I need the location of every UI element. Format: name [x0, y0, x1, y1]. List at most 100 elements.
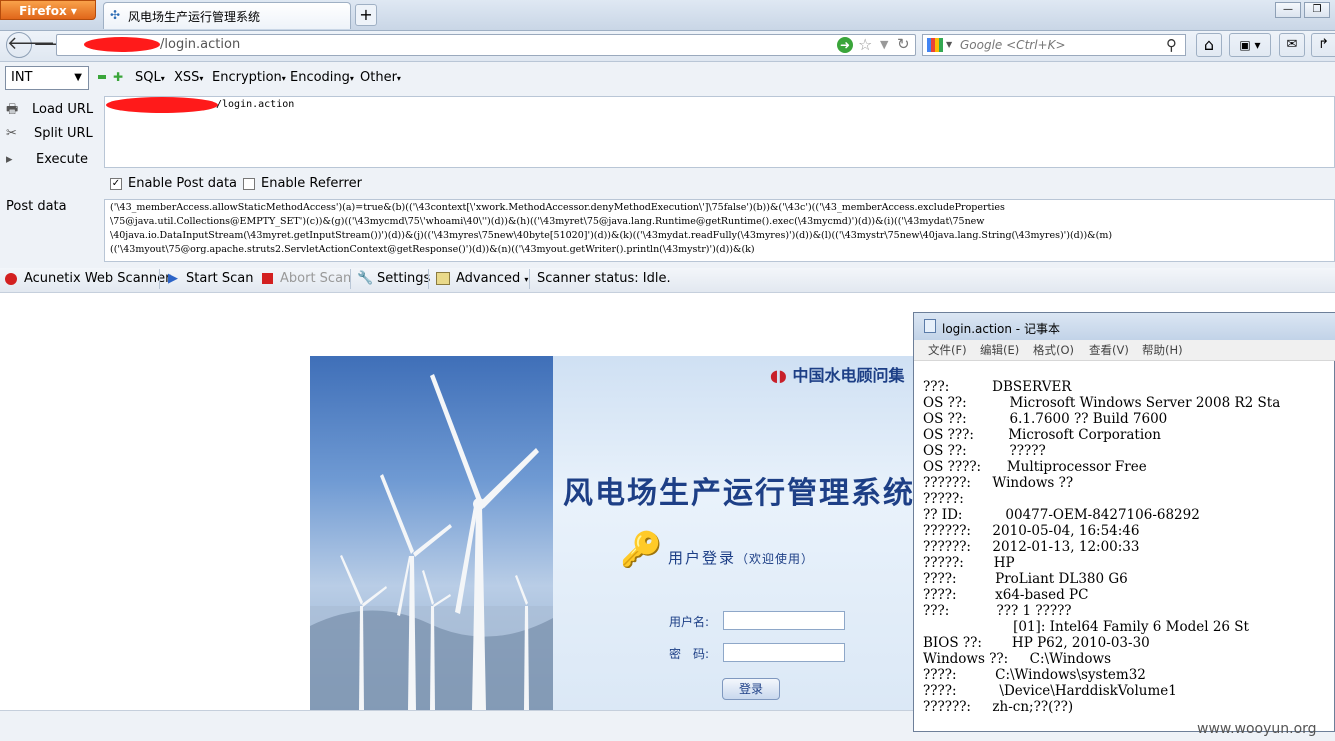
execute-label: Execute [36, 152, 88, 167]
username-label: 用户名: [669, 615, 710, 629]
execute-icon: ▸ [6, 152, 13, 167]
post-data-line: \75@java.util.Collections@EMPTY_SET')(c)… [110, 216, 985, 227]
separator [529, 269, 530, 289]
redaction-mark [84, 37, 160, 52]
int-select[interactable]: INT ▼ [5, 66, 89, 90]
minimize-button[interactable]: — [1275, 2, 1301, 18]
acunetix-logo-icon [5, 273, 17, 285]
enable-referrer-checkbox[interactable] [243, 178, 255, 190]
search-placeholder: Google <Ctrl+K> [960, 38, 1066, 52]
scanner-status: Scanner status: Idle. [537, 271, 671, 286]
menu-encryption-label: Encryption [212, 70, 282, 85]
post-data-line: ('\43_memberAccess.allowStaticMethodAcce… [110, 202, 1005, 213]
firefox-label: Firefox [19, 4, 67, 18]
menu-xss[interactable]: XSS▾ [174, 70, 203, 85]
search-magnifier-icon[interactable]: ⚲ [1166, 36, 1177, 54]
split-url-icon: ✂ [6, 126, 17, 141]
notepad-line: [01]: Intel64 Family 6 Model 26 St [923, 619, 1249, 635]
go-icon[interactable]: ➜ [837, 37, 853, 53]
advanced-icon [436, 272, 450, 285]
enable-referrer-label: Enable Referrer [261, 176, 362, 191]
execute-button[interactable]: ▸ Execute [6, 152, 88, 167]
tab-title: 风电场生产运行管理系统 [128, 10, 261, 24]
settings-button[interactable]: Settings [377, 271, 430, 286]
notepad-menu-edit[interactable]: 编辑(E) [980, 342, 1019, 358]
notepad-menu-format[interactable]: 格式(O) [1033, 342, 1074, 358]
separator [428, 269, 429, 289]
advanced-button[interactable]: Advanced ▾ [456, 271, 528, 286]
start-scan-button[interactable]: Start Scan [186, 271, 254, 286]
post-data-label: Post data [6, 199, 67, 214]
forward-button[interactable]: 🡒 [33, 34, 81, 58]
mail-button[interactable]: ✉ [1279, 33, 1305, 57]
login-header-sub: （欢迎使用） [736, 552, 815, 566]
hackbar-url-text: /login.action [216, 99, 295, 110]
password-label: 密 码: [669, 647, 710, 661]
home-icon: ⌂ [1203, 35, 1215, 54]
menu-encoding[interactable]: Encoding▾ [290, 70, 354, 85]
back-button[interactable]: 🡐 [6, 32, 55, 58]
abort-scan-button[interactable]: Abort Scan [280, 271, 351, 286]
menu-sql-label: SQL [135, 70, 161, 85]
notepad-menu-help[interactable]: 帮助(H) [1142, 342, 1183, 358]
notepad-line: OS ??: Microsoft Windows Server 2008 R2 … [923, 395, 1281, 411]
notepad-line: ????: \Device\HarddiskVolume1 [923, 683, 1177, 699]
windmill-favicon-icon: ✣ [110, 8, 121, 22]
notepad-menu-view[interactable]: 查看(V) [1089, 342, 1129, 358]
notepad-titlebar[interactable]: login.action - 记事本 [914, 313, 1335, 340]
reload-icon[interactable]: ↻ [897, 35, 910, 53]
redaction-mark-2 [106, 97, 218, 113]
notepad-line: OS ???: Microsoft Corporation [923, 427, 1161, 443]
notepad-line: ???: DBSERVER [923, 379, 1072, 395]
menu-sql[interactable]: SQL▾ [135, 70, 165, 85]
menu-encryption[interactable]: Encryption▾ [212, 70, 286, 85]
password-input[interactable] [723, 643, 845, 662]
watermark-text: www.wooyun.org [1197, 721, 1317, 737]
load-url-button[interactable]: 🖶 Load URL [6, 100, 93, 122]
enable-post-checkbox[interactable]: ✓ [110, 178, 122, 190]
int-select-value: INT [11, 70, 33, 85]
notepad-line: ?? ID: 00477-OEM-8427106-68292 [923, 507, 1200, 523]
dropdown-icon[interactable]: ▼ [880, 38, 888, 51]
menu-other[interactable]: Other▾ [360, 70, 401, 85]
firefox-menu-button[interactable]: Firefox ▾ [0, 0, 96, 20]
menu-xss-label: XSS [174, 70, 200, 85]
split-url-button[interactable]: ✂ Split URL [6, 126, 93, 141]
system-title: 风电场生产运行管理系统 [563, 476, 915, 511]
new-tab-button[interactable]: + [355, 4, 377, 26]
google-engine-icon[interactable] [927, 38, 943, 52]
notepad-line: OS ??: 6.1.7600 ?? Build 7600 [923, 411, 1168, 427]
company-logo: ◖◗ 中国水电顾问集 [770, 362, 904, 386]
checkmark-icon: ✓ [111, 178, 121, 189]
url-text: /login.action [160, 37, 241, 52]
addon-button[interactable]: ▣ ▾ [1229, 33, 1271, 57]
load-url-icon: 🖶 [6, 102, 19, 117]
acunetix-title: Acunetix Web Scanner [24, 271, 171, 286]
notepad-menu-file[interactable]: 文件(F) [928, 342, 967, 358]
enable-post-label: Enable Post data [128, 176, 238, 191]
stop-icon [262, 273, 273, 284]
separator [159, 269, 160, 289]
engine-dropdown-icon[interactable]: ▼ [946, 40, 952, 49]
notepad-line: ????: C:\Windows\system32 [923, 667, 1146, 683]
login-button[interactable]: 登录 [722, 678, 780, 700]
notepad-line: ????: x64-based PC [923, 587, 1089, 603]
notepad-line: ??????: Windows ?? [923, 475, 1074, 491]
username-input[interactable] [723, 611, 845, 630]
restore-button[interactable]: ❐ [1304, 2, 1330, 18]
split-url-label: Split URL [34, 126, 93, 141]
minus-icon[interactable] [98, 75, 106, 79]
notepad-line: OS ??: ????? [923, 443, 1046, 459]
tab-active[interactable]: ✣ 风电场生产运行管理系统 [103, 2, 351, 29]
logo-swoosh-icon: ◖◗ [770, 366, 787, 385]
load-url-label: Load URL [32, 102, 94, 117]
plus-icon[interactable]: ✚ [113, 70, 123, 84]
extra-toolbar-button[interactable]: ↱ [1311, 33, 1335, 57]
notepad-line: OS ????: Multiprocessor Free [923, 459, 1147, 475]
home-button[interactable]: ⌂ [1196, 33, 1222, 57]
notepad-title: login.action - 记事本 [942, 322, 1060, 336]
notepad-line: ?????: HP [923, 555, 1015, 571]
bookmark-star-icon[interactable]: ☆ [858, 35, 872, 54]
share-icon: ↱ [1318, 37, 1329, 52]
wrench-icon: 🔧 [357, 271, 374, 286]
